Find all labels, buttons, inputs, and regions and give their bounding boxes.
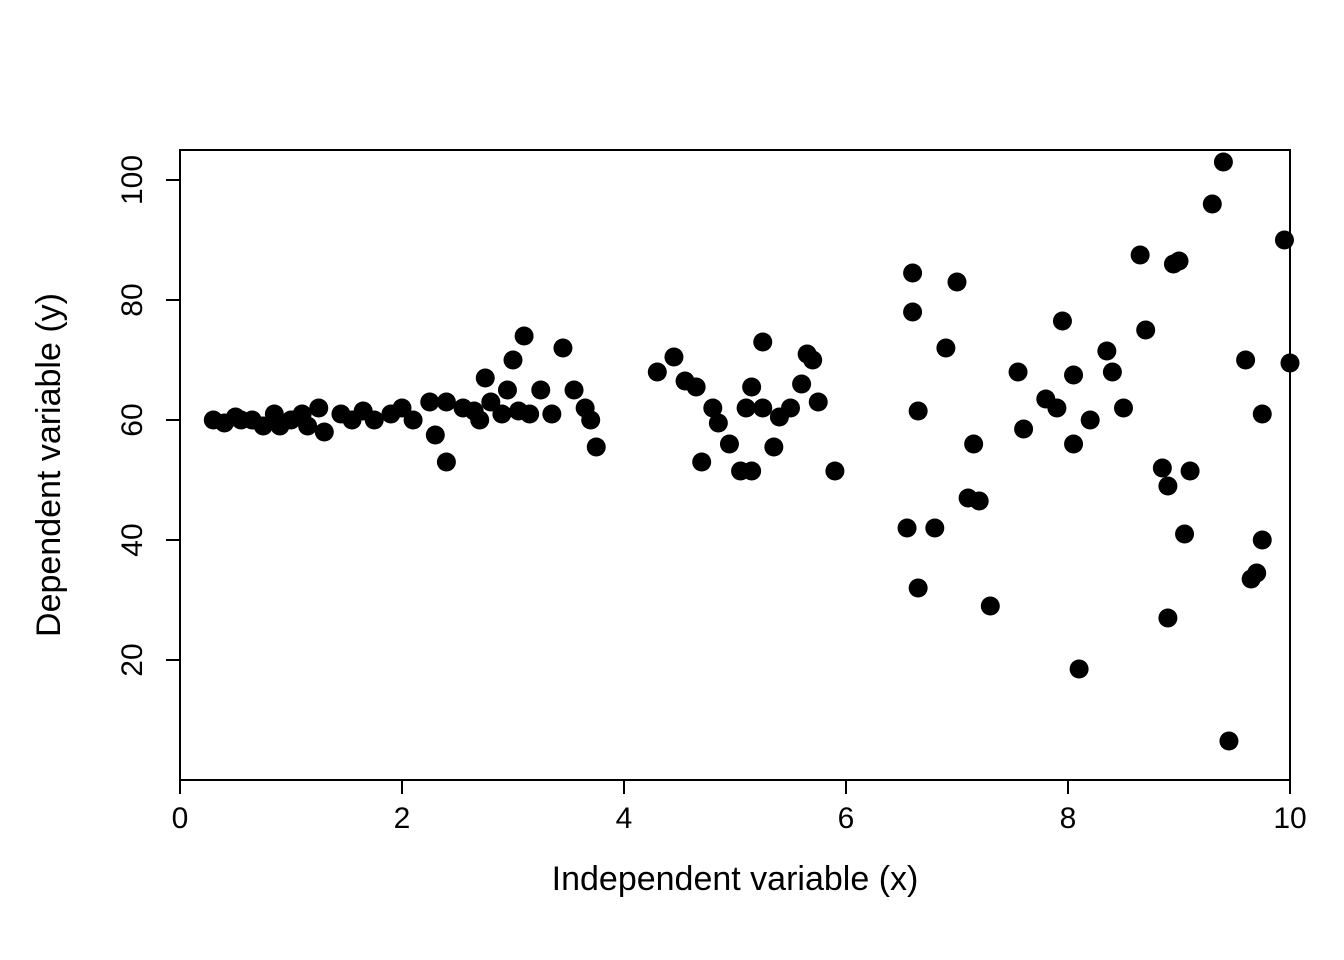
data-point	[476, 369, 495, 388]
y-tick-label: 60	[116, 403, 149, 436]
data-point	[737, 399, 756, 418]
data-point	[809, 393, 828, 412]
data-point	[903, 264, 922, 283]
data-point	[753, 399, 772, 418]
data-points	[204, 153, 1300, 751]
data-point	[1158, 609, 1177, 628]
scatter-chart: 0 2 4 6 8 10 20 40 60 80 100 Independent variable…	[0, 0, 1344, 960]
y-axis: 20 40 60 80 100	[116, 155, 180, 677]
data-point	[964, 435, 983, 454]
data-point	[692, 453, 711, 472]
data-point	[909, 402, 928, 421]
y-tick-label: 40	[116, 523, 149, 556]
data-point	[470, 411, 489, 430]
x-tick-label: 6	[838, 802, 855, 835]
data-point	[1281, 354, 1300, 373]
data-point	[542, 405, 561, 424]
data-point	[1047, 399, 1066, 418]
data-point	[587, 438, 606, 457]
data-point	[1114, 399, 1133, 418]
x-tick-label: 4	[616, 802, 633, 835]
data-point	[742, 378, 761, 397]
data-point	[1275, 231, 1294, 250]
data-point	[365, 411, 384, 430]
data-point	[742, 462, 761, 481]
data-point	[1247, 564, 1266, 583]
data-point	[315, 423, 334, 442]
data-point	[498, 381, 517, 400]
data-point	[936, 339, 955, 358]
x-tick-label: 8	[1060, 802, 1077, 835]
data-point	[1253, 405, 1272, 424]
data-point	[1236, 351, 1255, 370]
data-point	[1214, 153, 1233, 172]
data-point	[565, 381, 584, 400]
data-point	[426, 426, 445, 445]
y-tick-label: 100	[116, 155, 149, 205]
data-point	[687, 378, 706, 397]
x-axis: 0 2 4 6 8 10	[172, 780, 1307, 835]
data-point	[948, 273, 967, 292]
data-point	[1097, 342, 1116, 361]
x-axis-label: Independent variable (x)	[552, 860, 919, 898]
data-point	[709, 414, 728, 433]
data-point	[1181, 462, 1200, 481]
data-point	[1070, 660, 1089, 679]
data-point	[664, 348, 683, 367]
data-point	[753, 333, 772, 352]
data-point	[803, 351, 822, 370]
data-point	[520, 405, 539, 424]
data-point	[515, 327, 534, 346]
data-point	[909, 579, 928, 598]
data-point	[298, 417, 317, 436]
data-point	[553, 339, 572, 358]
data-point	[1153, 459, 1172, 478]
data-point	[1081, 411, 1100, 430]
data-point	[1103, 363, 1122, 382]
data-point	[309, 399, 328, 418]
data-point	[1009, 363, 1028, 382]
data-point	[925, 519, 944, 538]
data-point	[492, 405, 511, 424]
data-point	[404, 411, 423, 430]
data-point	[420, 393, 439, 412]
data-point	[1170, 252, 1189, 271]
data-point	[764, 438, 783, 457]
data-point	[1131, 246, 1150, 265]
x-tick-label: 0	[172, 802, 189, 835]
data-point	[903, 303, 922, 322]
data-point	[1136, 321, 1155, 340]
data-point	[1219, 732, 1238, 751]
data-point	[504, 351, 523, 370]
data-point	[970, 492, 989, 511]
data-point	[648, 363, 667, 382]
y-tick-label: 80	[116, 283, 149, 316]
chart-svg: 0 2 4 6 8 10 20 40 60 80 100 Independent variable…	[0, 0, 1344, 960]
data-point	[825, 462, 844, 481]
data-point	[437, 453, 456, 472]
data-point	[1253, 531, 1272, 550]
x-tick-label: 10	[1273, 802, 1306, 835]
x-tick-label: 2	[394, 802, 411, 835]
data-point	[720, 435, 739, 454]
data-point	[1053, 312, 1072, 331]
data-point	[1158, 477, 1177, 496]
data-point	[581, 411, 600, 430]
y-axis-label: Dependent variable (y)	[30, 293, 68, 637]
data-point	[981, 597, 1000, 616]
y-tick-label: 20	[116, 643, 149, 676]
data-point	[1064, 366, 1083, 385]
data-point	[437, 393, 456, 412]
data-point	[1014, 420, 1033, 439]
data-point	[781, 399, 800, 418]
data-point	[792, 375, 811, 394]
data-point	[1203, 195, 1222, 214]
data-point	[1175, 525, 1194, 544]
data-point	[898, 519, 917, 538]
data-point	[1064, 435, 1083, 454]
data-point	[531, 381, 550, 400]
